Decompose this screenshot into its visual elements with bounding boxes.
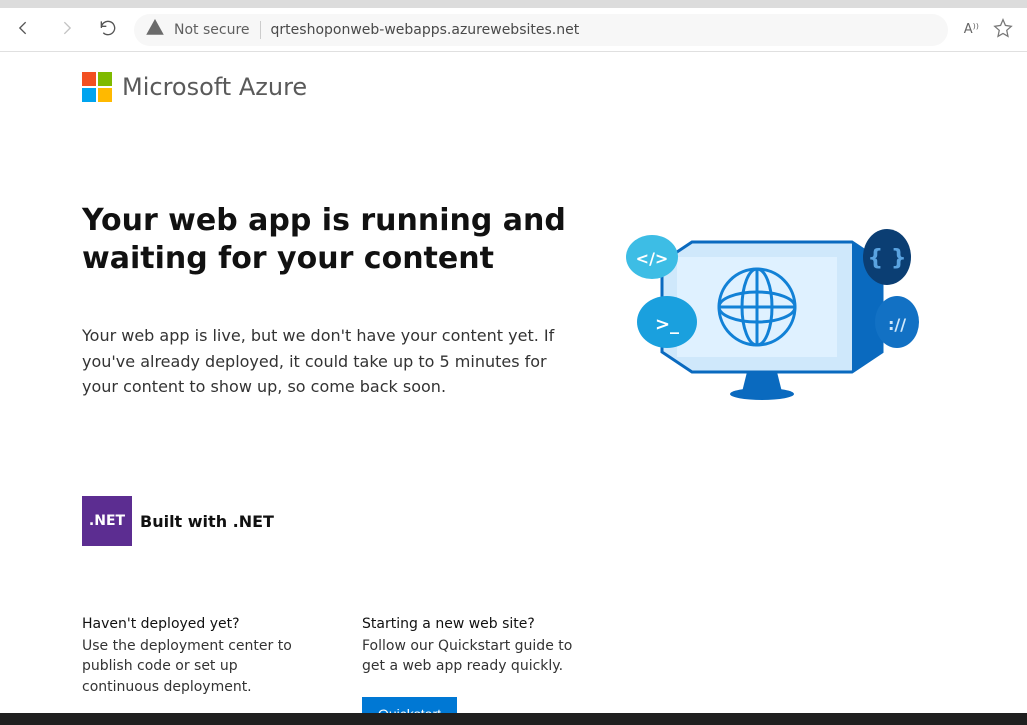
card-title: Starting a new web site? xyxy=(362,616,582,632)
url-text: qrteshoponweb-webapps.azurewebsites.net xyxy=(271,22,580,38)
svg-text:://: :// xyxy=(888,315,906,334)
brand-row: Microsoft Azure xyxy=(82,72,992,102)
card-quickstart: Starting a new web site? Follow our Quic… xyxy=(362,616,582,725)
built-with-row: .NET Built with .NET xyxy=(82,496,992,546)
taskbar[interactable] xyxy=(0,713,1027,725)
not-secure-label: Not secure xyxy=(174,22,250,38)
hero-illustration: </> >_ { } :// xyxy=(612,202,932,426)
tab-strip xyxy=(0,0,1027,8)
svg-text:</>: </> xyxy=(636,249,669,268)
brand-text: Microsoft Azure xyxy=(122,73,307,101)
back-icon[interactable] xyxy=(14,18,34,42)
dotnet-badge-icon: .NET xyxy=(82,496,132,546)
card-desc: Use the deployment center to publish cod… xyxy=(82,636,302,697)
card-title: Haven't deployed yet? xyxy=(82,616,302,632)
refresh-icon[interactable] xyxy=(98,18,118,42)
page-content: Microsoft Azure Your web app is running … xyxy=(0,52,1027,725)
svg-text:{ }: { } xyxy=(868,246,907,271)
not-secure-icon xyxy=(146,19,164,41)
card-desc: Follow our Quickstart guide to get a web… xyxy=(362,636,582,677)
svg-text:>_: >_ xyxy=(655,314,679,335)
microsoft-logo-icon xyxy=(82,72,112,102)
built-with-text: Built with .NET xyxy=(140,512,274,531)
browser-chrome: Not secure qrteshoponweb-webapps.azurewe… xyxy=(0,0,1027,52)
favorite-icon[interactable] xyxy=(993,18,1013,42)
address-bar: Not secure qrteshoponweb-webapps.azurewe… xyxy=(0,8,1027,52)
address-box[interactable]: Not secure qrteshoponweb-webapps.azurewe… xyxy=(134,14,948,46)
page-title: Your web app is running and waiting for … xyxy=(82,202,572,277)
forward-icon[interactable] xyxy=(56,18,76,42)
card-deployment: Haven't deployed yet? Use the deployment… xyxy=(82,616,302,725)
read-aloud-icon[interactable]: A⁾⁾ xyxy=(964,22,979,37)
page-description: Your web app is live, but we don't have … xyxy=(82,323,572,400)
